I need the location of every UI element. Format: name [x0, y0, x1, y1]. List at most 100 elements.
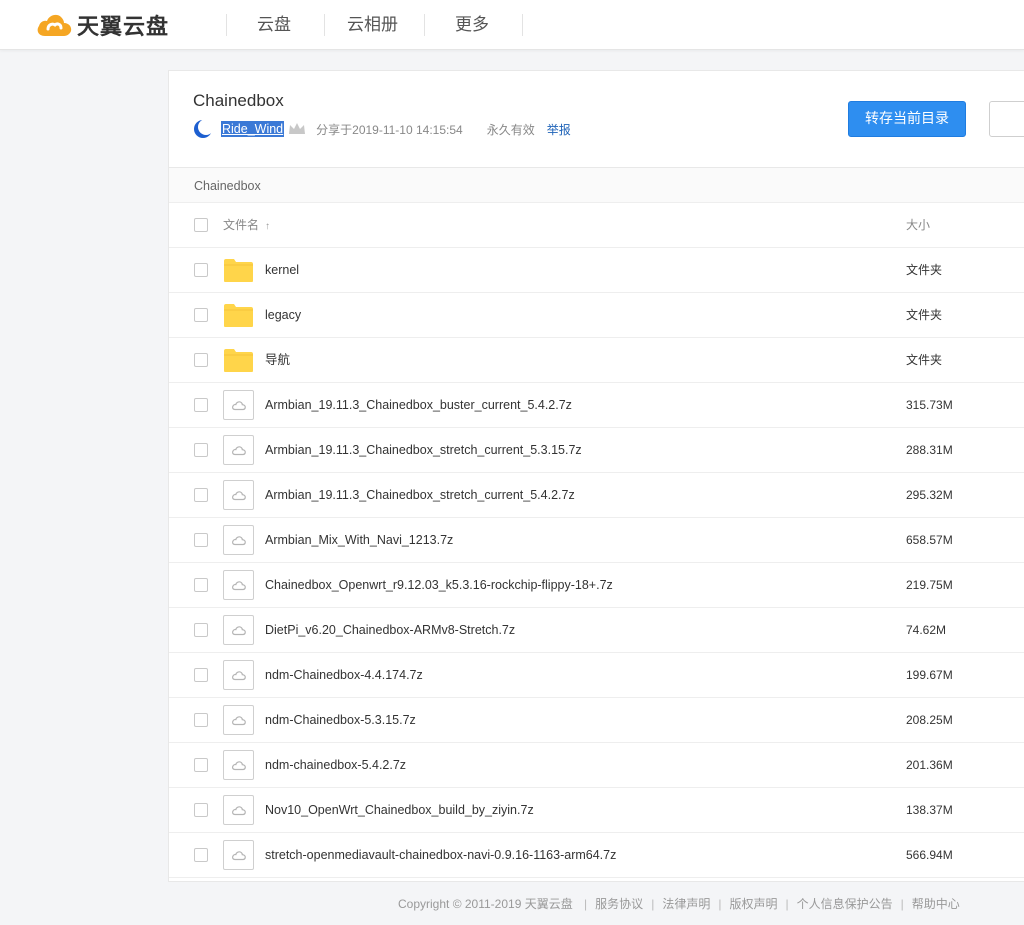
file-row[interactable]: ndm-Chainedbox-4.4.174.7z 199.67M [169, 653, 1024, 698]
download-button[interactable] [989, 101, 1024, 137]
file-size: 文件夹 [906, 263, 943, 277]
file-size: 201.36M [906, 758, 953, 772]
footer-separator: | [651, 897, 655, 911]
row-checkbox[interactable] [194, 758, 208, 772]
file-row[interactable]: Nov10_OpenWrt_Chainedbox_build_by_ziyin.… [169, 788, 1024, 833]
archive-file-icon [223, 525, 254, 555]
row-checkbox[interactable] [194, 398, 208, 412]
archive-file-icon [223, 660, 254, 690]
row-checkbox[interactable] [194, 848, 208, 862]
file-row[interactable]: Armbian_Mix_With_Navi_1213.7z 658.57M [169, 518, 1024, 563]
file-name[interactable]: ndm-chainedbox-5.4.2.7z [265, 743, 406, 788]
column-header-name-label: 文件名 [223, 218, 260, 232]
folder-icon [223, 345, 254, 375]
file-name[interactable]: Nov10_OpenWrt_Chainedbox_build_by_ziyin.… [265, 788, 534, 833]
row-checkbox[interactable] [194, 353, 208, 367]
nav-item-more[interactable]: 更多 [455, 0, 489, 50]
file-size: 138.37M [906, 803, 953, 817]
folder-icon [223, 300, 254, 330]
share-validity: 永久有效 [486, 122, 535, 137]
file-row[interactable]: Armbian_19.11.3_Chainedbox_buster_curren… [169, 383, 1024, 428]
brand-logo[interactable]: 天翼云盘 [35, 10, 169, 40]
file-size: 658.57M [906, 533, 953, 547]
file-size: 219.75M [906, 578, 953, 592]
share-time: 分享于2019-11-10 14:15:54 [316, 122, 463, 137]
footer-link[interactable]: 个人信息保护公告 [797, 895, 893, 912]
file-name[interactable]: 导航 [265, 338, 290, 383]
row-checkbox[interactable] [194, 488, 208, 502]
file-name[interactable]: DietPi_v6.20_Chainedbox-ARMv8-Stretch.7z [265, 608, 515, 653]
folder-row[interactable]: kernel 文件夹 [169, 248, 1024, 293]
footer-copyright: Copyright © 2011-2019 天翼云盘 [398, 897, 573, 911]
folder-row[interactable]: 导航 文件夹 [169, 338, 1024, 383]
archive-file-icon [223, 615, 254, 645]
nav-item-cloud-album[interactable]: 云相册 [347, 0, 398, 50]
nav-divider [226, 14, 227, 36]
file-name[interactable]: Armbian_19.11.3_Chainedbox_stretch_curre… [265, 473, 575, 518]
file-row[interactable]: Armbian_19.11.3_Chainedbox_stretch_curre… [169, 428, 1024, 473]
file-name[interactable]: Armbian_19.11.3_Chainedbox_buster_curren… [265, 383, 572, 428]
column-header-size: 大小 [906, 218, 931, 232]
row-checkbox[interactable] [194, 803, 208, 817]
file-name[interactable]: Chainedbox_Openwrt_r9.12.03_k5.3.16-rock… [265, 563, 613, 608]
row-checkbox[interactable] [194, 308, 208, 322]
file-size: 199.67M [906, 668, 953, 682]
crown-icon [289, 123, 306, 134]
nav-divider [522, 14, 523, 36]
footer-separator: | [785, 897, 789, 911]
archive-file-icon [223, 750, 254, 780]
row-checkbox[interactable] [194, 443, 208, 457]
breadcrumb[interactable]: Chainedbox [194, 168, 261, 204]
archive-file-icon [223, 795, 254, 825]
file-name[interactable]: Armbian_Mix_With_Navi_1213.7z [265, 518, 453, 563]
file-name[interactable]: kernel [265, 248, 299, 293]
footer-separator: | [900, 897, 904, 911]
archive-file-icon [223, 570, 254, 600]
row-checkbox[interactable] [194, 578, 208, 592]
nav-item-cloud-disk[interactable]: 云盘 [257, 0, 291, 50]
footer: Copyright © 2011-2019 天翼云盘 | 服务协议 | 法律声明 | 版权… [398, 895, 960, 913]
file-row[interactable]: ndm-chainedbox-5.4.2.7z 201.36M [169, 743, 1024, 788]
file-row[interactable]: DietPi_v6.20_Chainedbox-ARMv8-Stretch.7z… [169, 608, 1024, 653]
nav-divider [324, 14, 325, 36]
row-checkbox[interactable] [194, 713, 208, 727]
user-avatar-icon[interactable] [193, 119, 213, 139]
top-navigation: 天翼云盘 云盘 云相册 更多 [0, 0, 1024, 50]
file-size: 文件夹 [906, 353, 943, 367]
footer-link[interactable]: 帮助中心 [912, 895, 960, 912]
file-row[interactable]: Armbian_19.11.3_Chainedbox_stretch_curre… [169, 473, 1024, 518]
report-link[interactable]: 举报 [547, 121, 571, 138]
file-row[interactable]: stretch-openmediavault-chainedbox-navi-0… [169, 833, 1024, 878]
file-row[interactable]: ndm-Chainedbox-5.3.15.7z 208.25M [169, 698, 1024, 743]
file-row[interactable]: Chainedbox_Openwrt_r9.12.03_k5.3.16-rock… [169, 563, 1024, 608]
cloud-logo-icon [37, 14, 72, 36]
file-size: 295.32M [906, 488, 953, 502]
file-name[interactable]: legacy [265, 293, 301, 338]
footer-link[interactable]: 服务协议 [595, 895, 643, 912]
column-header-name[interactable]: 文件名 ↑ [223, 203, 270, 249]
username-link[interactable]: Ride_Wind [221, 121, 285, 137]
file-size: 文件夹 [906, 308, 943, 322]
file-name[interactable]: ndm-Chainedbox-4.4.174.7z [265, 653, 423, 698]
file-size: 566.94M [906, 848, 953, 862]
footer-separator: | [584, 897, 588, 911]
row-checkbox[interactable] [194, 263, 208, 277]
file-name[interactable]: ndm-Chainedbox-5.3.15.7z [265, 698, 416, 743]
select-all-checkbox[interactable] [194, 218, 208, 232]
archive-file-icon [223, 390, 254, 420]
archive-file-icon [223, 435, 254, 465]
footer-link[interactable]: 版权声明 [729, 895, 777, 912]
save-to-my-disk-button[interactable]: 转存当前目录 [848, 101, 966, 137]
row-checkbox[interactable] [194, 668, 208, 682]
archive-file-icon [223, 480, 254, 510]
file-name[interactable]: stretch-openmediavault-chainedbox-navi-0… [265, 833, 616, 878]
file-size: 288.31M [906, 443, 953, 457]
row-checkbox[interactable] [194, 623, 208, 637]
folder-row[interactable]: legacy 文件夹 [169, 293, 1024, 338]
file-name[interactable]: Armbian_19.11.3_Chainedbox_stretch_curre… [265, 428, 582, 473]
folder-icon [223, 255, 254, 285]
footer-link[interactable]: 法律声明 [662, 895, 710, 912]
brand-name: 天翼云盘 [77, 15, 170, 40]
row-checkbox[interactable] [194, 533, 208, 547]
file-size: 315.73M [906, 398, 953, 412]
